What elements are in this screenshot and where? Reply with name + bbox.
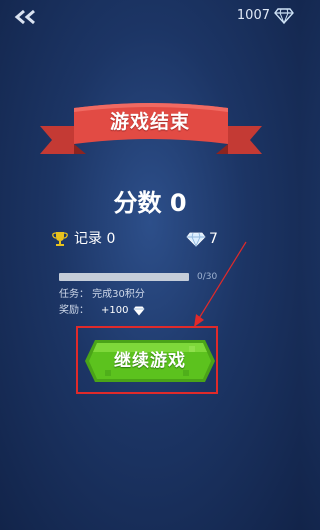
double-chevron-left-icon xyxy=(14,9,35,25)
game-over-title: 游戏结束 xyxy=(109,111,190,133)
score-text: 分数 0 xyxy=(113,189,187,217)
reward-label: 奖励： xyxy=(59,305,89,316)
task-description: 任务： 完成30积分 xyxy=(59,289,145,300)
highlight-box xyxy=(76,326,218,394)
task-progress-bar xyxy=(59,273,189,281)
diamond-icon xyxy=(274,8,294,24)
trophy-icon xyxy=(52,232,68,246)
record-text: 记录 0 xyxy=(74,231,116,247)
reward-value: +100 xyxy=(101,305,129,316)
diamond-icon xyxy=(133,306,145,316)
back-button[interactable] xyxy=(12,6,40,28)
annotation-arrow xyxy=(194,241,247,327)
gem-count: 1007 xyxy=(236,8,270,23)
